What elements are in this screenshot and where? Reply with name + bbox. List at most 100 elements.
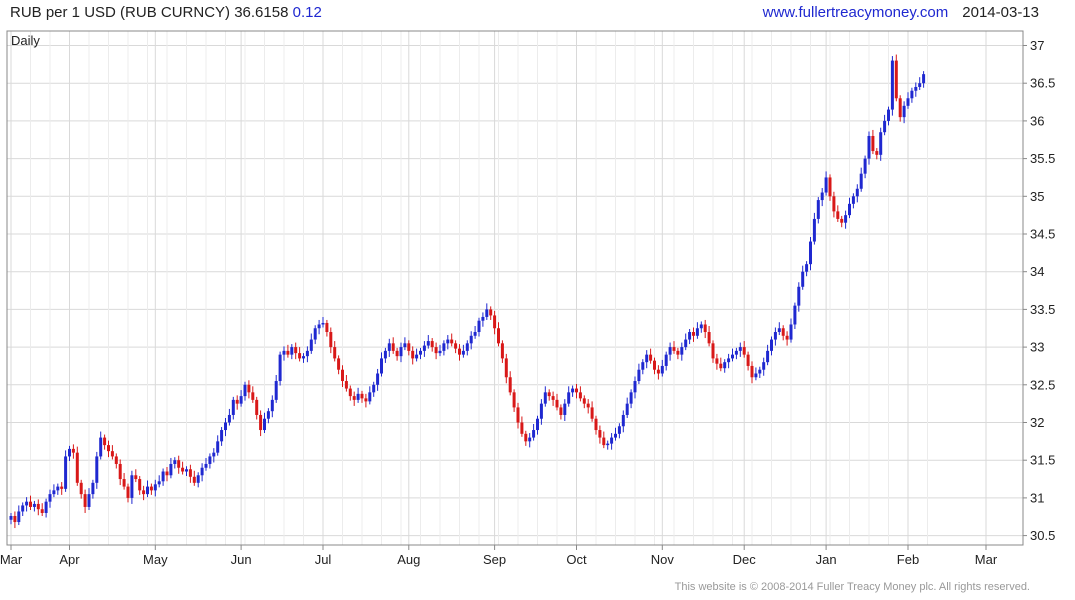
candle-body <box>809 241 812 265</box>
candle-body <box>672 347 676 351</box>
candle-body <box>762 362 766 370</box>
candle-body <box>356 393 360 400</box>
candle-body <box>793 305 797 325</box>
candle-body <box>376 373 380 385</box>
candle-body <box>621 414 625 427</box>
candle-body <box>83 494 87 507</box>
x-tick-label: Feb <box>897 552 919 567</box>
candle-body <box>216 441 220 453</box>
candle-body <box>153 484 157 491</box>
candle-body <box>270 399 274 412</box>
candle-body <box>516 407 520 423</box>
candle-body <box>750 365 754 378</box>
candle-body <box>536 418 539 431</box>
x-tick-label: Nov <box>651 552 675 567</box>
candle-body <box>387 343 391 351</box>
candle-body <box>278 354 282 382</box>
candle-body <box>789 324 793 340</box>
candle-body <box>130 475 134 498</box>
candle-body <box>777 328 781 333</box>
candle-body <box>146 486 149 495</box>
candle-body <box>458 348 461 355</box>
candle-body <box>910 90 914 99</box>
candle-body <box>461 350 465 355</box>
candle-body <box>816 200 820 219</box>
candle-body <box>309 339 313 351</box>
candle-body <box>372 384 376 393</box>
candle-body <box>438 350 442 354</box>
candle-body <box>333 347 337 359</box>
candle-body <box>426 341 430 346</box>
x-tick-label: Aug <box>397 552 420 567</box>
candle-body <box>302 356 305 359</box>
candle-body <box>114 456 118 464</box>
candle-body <box>551 396 555 400</box>
candle-body <box>181 467 185 472</box>
candle-body <box>575 388 578 393</box>
candle-body <box>812 218 816 242</box>
candle-body <box>738 347 742 351</box>
candle-body <box>653 360 656 370</box>
x-tick-label: Jan <box>816 552 837 567</box>
candle-body <box>758 369 762 374</box>
candle-body <box>715 358 719 364</box>
candles <box>9 54 926 529</box>
candle-body <box>645 354 649 363</box>
y-tick-label: 35 <box>1030 189 1044 204</box>
candle-body <box>75 452 79 483</box>
y-tick-label: 30.5 <box>1030 528 1055 543</box>
y-tick-label: 34.5 <box>1030 227 1055 242</box>
candle-body <box>512 392 516 408</box>
candle-body <box>617 426 621 434</box>
candle-body <box>411 350 415 359</box>
candle-body <box>25 501 29 506</box>
candle-body <box>805 264 809 272</box>
candle-body <box>473 332 477 336</box>
plot-frame <box>6 30 1024 546</box>
candle-body <box>231 399 235 415</box>
candle-body <box>200 467 204 476</box>
candle-body <box>707 332 711 344</box>
x-tick-label: May <box>143 552 168 567</box>
y-tick-label: 31.5 <box>1030 453 1055 468</box>
candle-body <box>227 414 231 423</box>
candle-body <box>906 98 910 106</box>
candle-body <box>348 388 352 397</box>
candle-body <box>395 350 399 357</box>
candle-body <box>380 358 383 374</box>
candle-body <box>64 456 68 489</box>
candle-body <box>99 437 103 457</box>
x-tick-label: Oct <box>566 552 587 567</box>
candle-body <box>290 347 294 355</box>
candle-body <box>532 430 536 438</box>
candle-body <box>407 343 411 351</box>
candle-body <box>902 105 906 118</box>
candle-body <box>524 433 528 442</box>
candle-body <box>781 328 785 336</box>
x-tick-label: Apr <box>59 552 80 567</box>
candle-body <box>832 196 836 212</box>
candle-body <box>887 109 890 121</box>
candle-body <box>169 463 173 476</box>
candle-body <box>520 422 524 434</box>
candle-body <box>918 83 922 87</box>
x-axis: Mar Apr May Jun Jul Aug Sep Oct Nov Dec Jan Feb Mar <box>0 545 998 567</box>
candle-body <box>317 324 321 329</box>
candle-body <box>610 437 614 444</box>
x-tick-label: Jul <box>315 552 332 567</box>
candle-body <box>165 471 169 476</box>
candle-body <box>446 339 450 344</box>
candle-body <box>118 463 122 480</box>
candle-body <box>688 332 692 340</box>
candle-body <box>149 486 153 491</box>
candle-body <box>489 309 493 316</box>
candle-body <box>481 316 485 321</box>
candle-body <box>44 501 48 513</box>
candle-body <box>559 407 563 415</box>
candle-body <box>660 365 664 374</box>
candle-body <box>17 511 21 523</box>
candle-body <box>684 339 688 348</box>
copyright-footer: This website is © 2008-2014 Fuller Treac… <box>674 581 1030 593</box>
candle-body <box>797 286 801 306</box>
candle-body <box>477 320 481 333</box>
